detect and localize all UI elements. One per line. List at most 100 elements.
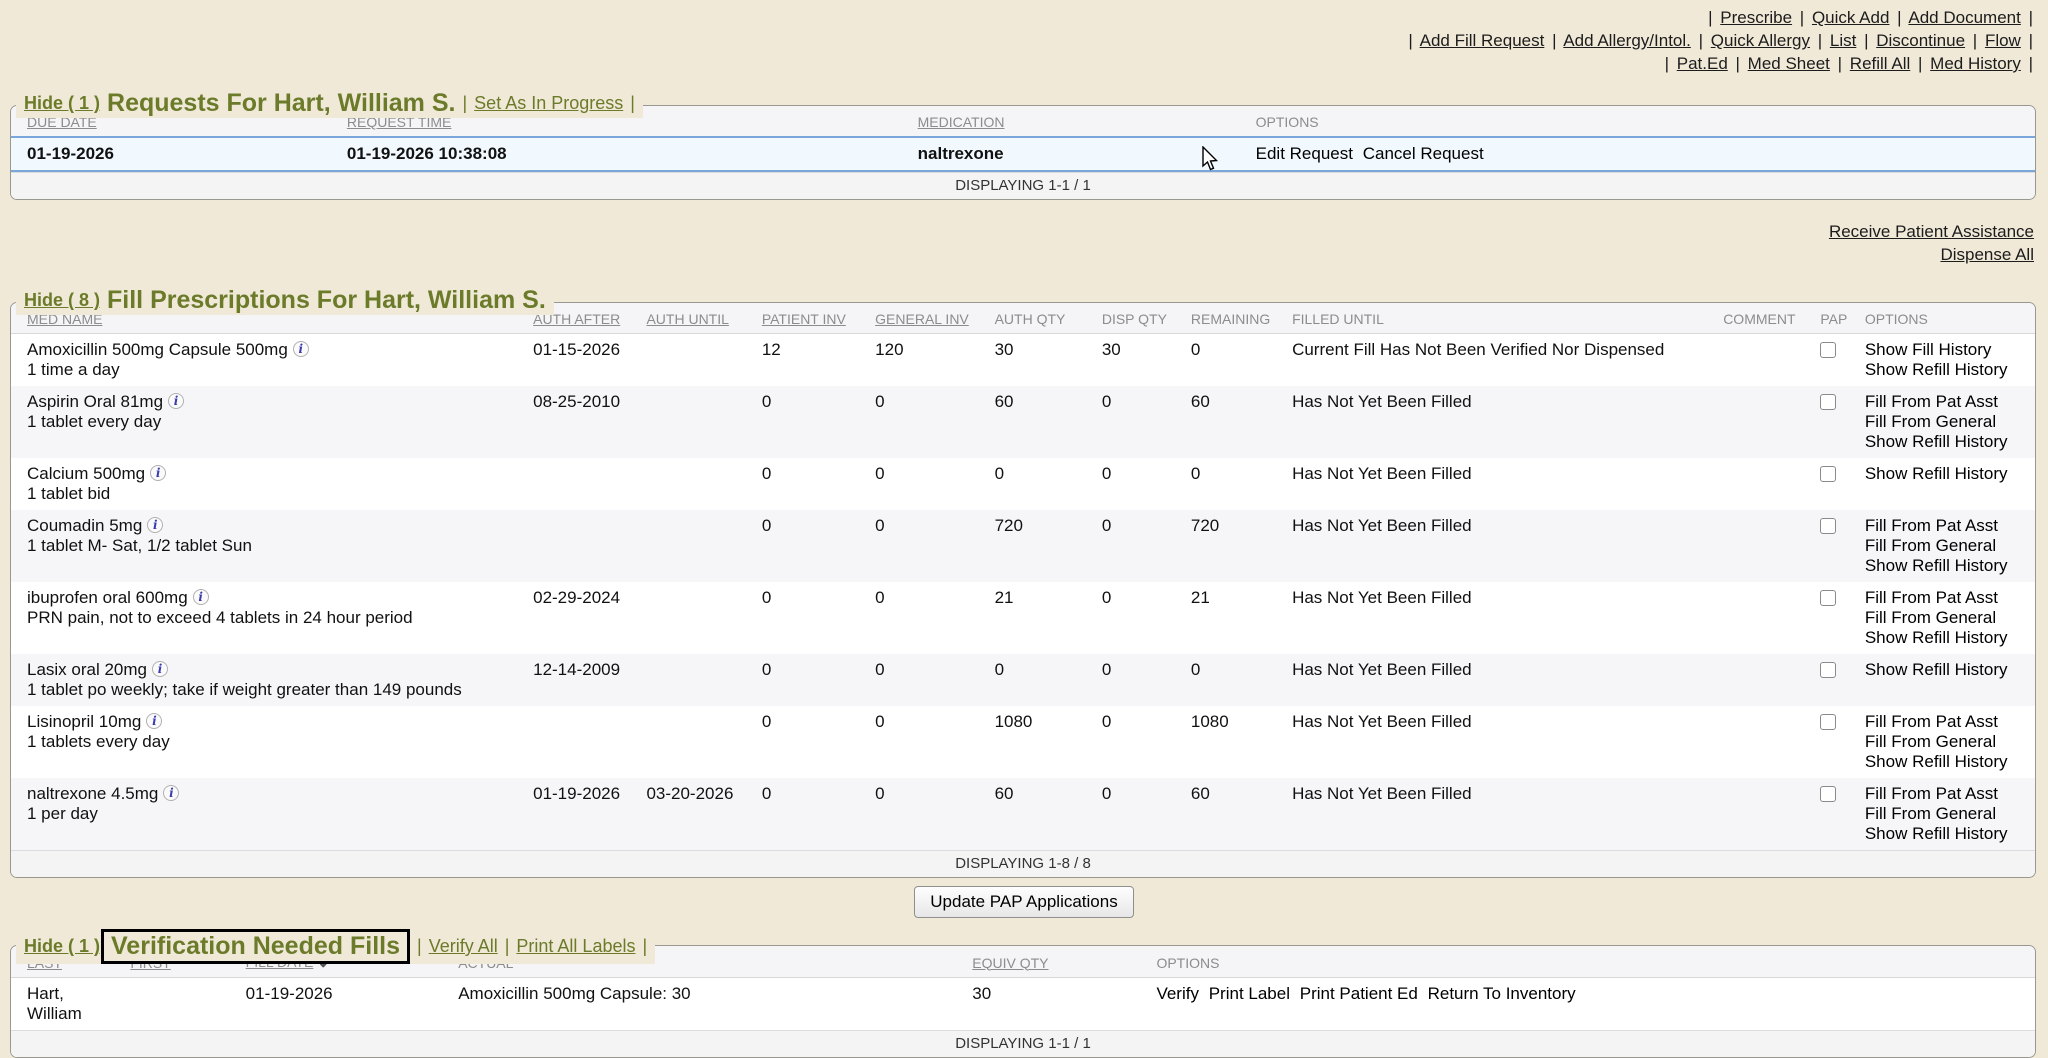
pap-checkbox[interactable] (1820, 342, 1836, 358)
print-patient-ed-link[interactable]: Print Patient Ed (1300, 984, 1418, 1003)
edit-request-link[interactable]: Edit Request (1256, 144, 1353, 163)
option-link[interactable]: Fill From General (1865, 732, 2027, 752)
med-cell: Amoxicillin 500mg Capsule 500mgi 1 time … (11, 334, 525, 387)
column-header-auth-until[interactable]: AUTH UNTIL (638, 303, 753, 334)
comment (1715, 706, 1812, 778)
equiv-qty: 30 (964, 978, 1148, 1031)
option-link[interactable]: Fill From Pat Asst (1865, 516, 2027, 536)
receive-patient-assistance-link[interactable]: Receive Patient Assistance (1829, 222, 2034, 241)
option-link[interactable]: Show Refill History (1865, 660, 2027, 680)
nav-link-quick-allergy[interactable]: Quick Allergy (1711, 31, 1810, 50)
request-row[interactable]: 01-19-2026 01-19-2026 10:38:08 naltrexon… (11, 137, 2035, 171)
options-cell: Fill From Pat Asst Fill From General Sho… (1857, 706, 2035, 778)
option-link[interactable]: Show Fill History (1865, 340, 2027, 360)
pap-cell (1812, 334, 1857, 387)
verification-hide-link[interactable]: Hide ( 1 ) (24, 936, 100, 957)
requests-hide-link[interactable]: Hide ( 1 ) (24, 93, 100, 114)
column-header-medication[interactable]: MEDICATION (910, 106, 1248, 137)
nav-link-prescribe[interactable]: Prescribe (1720, 8, 1792, 27)
fill-hide-link[interactable]: Hide ( 8 ) (24, 290, 100, 311)
filled-until: Has Not Yet Been Filled (1284, 458, 1715, 510)
verification-section-title: Verification Needed Fills (101, 929, 410, 964)
column-header-equiv-qty[interactable]: EQUIV QTY (964, 946, 1148, 978)
cancel-request-link[interactable]: Cancel Request (1363, 144, 1484, 163)
column-header-options: OPTIONS (1148, 946, 2035, 978)
update-pap-applications-button[interactable]: Update PAP Applications (914, 886, 1133, 918)
disp-qty: 0 (1094, 778, 1183, 850)
auth-after: 12-14-2009 (525, 654, 638, 706)
separator: | (1864, 31, 1868, 50)
option-link[interactable]: Fill From General (1865, 412, 2027, 432)
nav-link-add-fill-request[interactable]: Add Fill Request (1420, 31, 1545, 50)
nav-link-med-sheet[interactable]: Med Sheet (1748, 54, 1830, 73)
remaining: 60 (1183, 778, 1284, 850)
request-due-date: 01-19-2026 (11, 137, 339, 171)
option-link[interactable]: Show Refill History (1865, 360, 2027, 380)
auth-until (638, 386, 753, 458)
separator: | (642, 936, 647, 957)
column-header-patient-inv[interactable]: PATIENT INV (754, 303, 867, 334)
requests-table-container: DUE DATE REQUEST TIME MEDICATION OPTIONS… (10, 105, 2036, 200)
med-name: Aspirin Oral 81mg (27, 392, 163, 411)
nav-link-med-history[interactable]: Med History (1930, 54, 2021, 73)
nav-link-flow[interactable]: Flow (1985, 31, 2021, 50)
dispense-all-link[interactable]: Dispense All (1940, 245, 2034, 264)
separator: | (1708, 8, 1712, 27)
option-link[interactable]: Show Refill History (1865, 628, 2027, 648)
remaining: 0 (1183, 334, 1284, 387)
option-link[interactable]: Fill From General (1865, 804, 2027, 824)
print-all-labels-link[interactable]: Print All Labels (516, 936, 635, 957)
option-link[interactable]: Show Refill History (1865, 752, 2027, 772)
info-icon[interactable]: i (168, 393, 184, 409)
option-link[interactable]: Fill From General (1865, 608, 2027, 628)
med-name: Calcium 500mg (27, 464, 145, 483)
option-link[interactable]: Fill From Pat Asst (1865, 588, 2027, 608)
pap-checkbox[interactable] (1820, 786, 1836, 802)
info-icon[interactable]: i (163, 785, 179, 801)
option-link[interactable]: Show Refill History (1865, 556, 2027, 576)
nav-link-add-document[interactable]: Add Document (1908, 8, 2020, 27)
separator: | (1897, 8, 1901, 27)
options-cell: Show Fill History Show Refill History (1857, 334, 2035, 387)
top-nav-line-3: | Pat.Ed | Med Sheet | Refill All | Med … (0, 52, 2036, 75)
pap-checkbox[interactable] (1820, 662, 1836, 678)
pap-checkbox[interactable] (1820, 466, 1836, 482)
info-icon[interactable]: i (150, 465, 166, 481)
column-header-remaining: REMAINING (1183, 303, 1284, 334)
return-to-inventory-link[interactable]: Return To Inventory (1428, 984, 1576, 1003)
info-icon[interactable]: i (147, 517, 163, 533)
nav-link-refill-all[interactable]: Refill All (1850, 54, 1910, 73)
pap-checkbox[interactable] (1820, 590, 1836, 606)
disp-qty: 30 (1094, 334, 1183, 387)
nav-link-list[interactable]: List (1830, 31, 1856, 50)
filled-until: Has Not Yet Been Filled (1284, 654, 1715, 706)
nav-link-quick-add[interactable]: Quick Add (1812, 8, 1890, 27)
nav-link-discontinue[interactable]: Discontinue (1876, 31, 1965, 50)
verify-all-link[interactable]: Verify All (429, 936, 498, 957)
option-link[interactable]: Fill From Pat Asst (1865, 784, 2027, 804)
info-icon[interactable]: i (146, 713, 162, 729)
option-link[interactable]: Show Refill History (1865, 432, 2027, 452)
option-link[interactable]: Fill From Pat Asst (1865, 712, 2027, 732)
nav-link-add-allergy-intol[interactable]: Add Allergy/Intol. (1563, 31, 1691, 50)
set-as-in-progress-link[interactable]: Set As In Progress (474, 93, 623, 114)
info-icon[interactable]: i (293, 341, 309, 357)
option-link[interactable]: Fill From Pat Asst (1865, 392, 2027, 412)
print-label-link[interactable]: Print Label (1209, 984, 1290, 1003)
verification-row: Hart, William 01-19-2026 Amoxicillin 500… (11, 978, 2035, 1031)
option-link[interactable]: Fill From General (1865, 536, 2027, 556)
verify-link[interactable]: Verify (1156, 984, 1199, 1003)
option-link[interactable]: Show Refill History (1865, 464, 2027, 484)
separator: | (2029, 8, 2033, 27)
option-link[interactable]: Show Refill History (1865, 824, 2027, 844)
column-header-general-inv[interactable]: GENERAL INV (867, 303, 986, 334)
fill-row: naltrexone 4.5mgi 1 per day 01-19-2026 0… (11, 778, 2035, 850)
pap-checkbox[interactable] (1820, 394, 1836, 410)
pap-checkbox[interactable] (1820, 518, 1836, 534)
remaining: 0 (1183, 458, 1284, 510)
nav-link-pat-ed[interactable]: Pat.Ed (1677, 54, 1728, 73)
general-inv: 120 (867, 334, 986, 387)
info-icon[interactable]: i (193, 589, 209, 605)
info-icon[interactable]: i (152, 661, 168, 677)
pap-checkbox[interactable] (1820, 714, 1836, 730)
